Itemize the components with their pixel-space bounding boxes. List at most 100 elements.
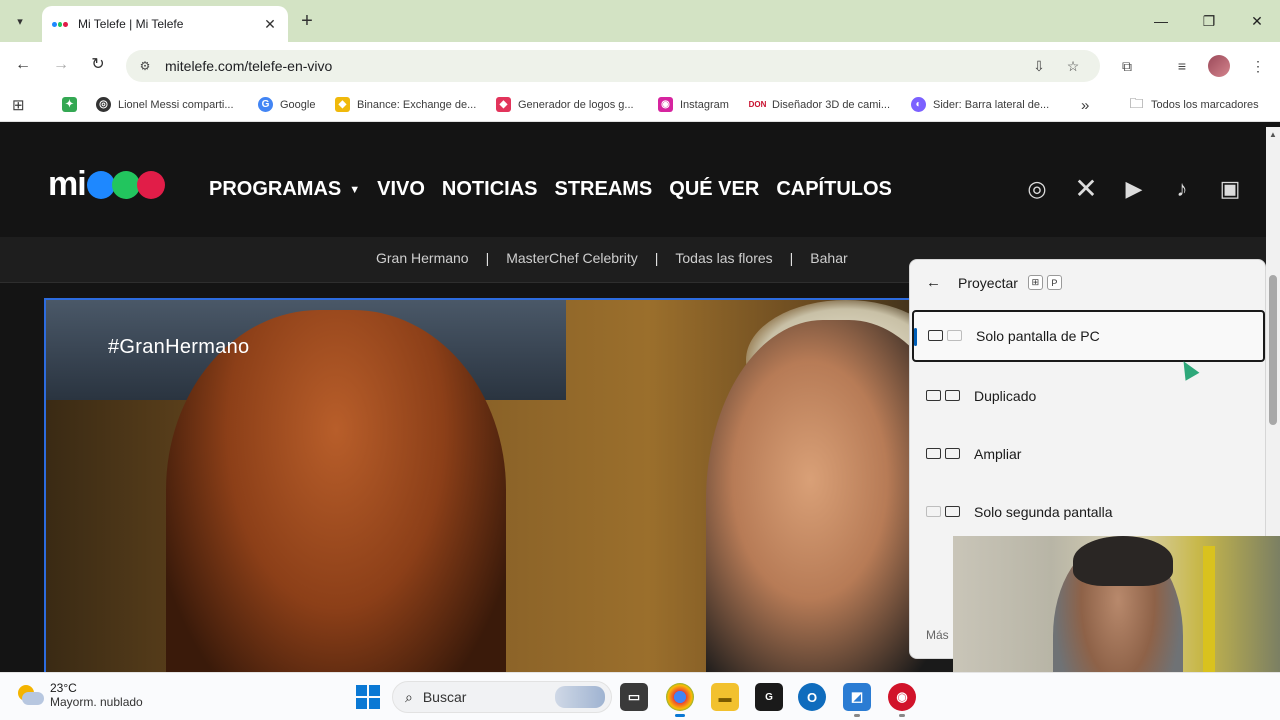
taskbar-search[interactable]: ⌕ Buscar [392, 681, 612, 713]
outlook-icon[interactable]: O [798, 683, 826, 711]
back-arrow-icon[interactable]: ← [926, 274, 944, 291]
subnav-separator: | [654, 250, 659, 266]
weather-condition: Mayorm. nublado [50, 695, 143, 709]
all-bookmarks-folder[interactable]: 🗀 Todos los marcadores [1129, 94, 1259, 112]
bookmark-1[interactable]: ◎ Lionel Messi comparti... [96, 97, 234, 112]
bookmark-label: Lionel Messi comparti... [118, 98, 234, 111]
photos-icon: ✦ [62, 97, 77, 112]
browser-tab[interactable]: Mi Telefe | Mi Telefe ✕ [42, 6, 288, 42]
install-app-icon[interactable]: ⇩ [1029, 57, 1049, 75]
menu-que-ver[interactable]: QUÉ VER [669, 178, 759, 201]
twitch-icon[interactable]: ▣ [1213, 172, 1247, 206]
web-icon: ◎ [96, 97, 111, 112]
x-icon[interactable]: ✕ [1069, 172, 1103, 206]
option-label: Duplicado [974, 388, 1037, 404]
menu-label: PROGRAMAS [209, 178, 342, 200]
more-options-link[interactable]: Más [926, 628, 949, 642]
bookmark-star-icon[interactable]: ☆ [1063, 57, 1083, 75]
logo-text: mi [48, 165, 87, 203]
logo-dot-red [136, 170, 165, 199]
bookmark-label: Sider: Barra lateral de... [933, 98, 1050, 111]
subnav-row: Gran Hermano | MasterChef Celebrity | To… [376, 250, 848, 266]
video-hashtag: #GranHermano [108, 336, 250, 358]
flyout-header: ← Proyectar ⊞ P [926, 274, 1066, 291]
menu-noticias[interactable]: NOTICIAS [442, 178, 538, 201]
minimize-button[interactable]: — [1146, 8, 1176, 34]
task-view-icon[interactable]: ▭ [620, 683, 648, 711]
scroll-up-icon[interactable]: ▲ [1269, 130, 1277, 139]
profile-avatar[interactable] [1208, 55, 1230, 77]
option-label: Solo segunda pantalla [974, 504, 1113, 520]
caret-down-icon: ▼ [349, 183, 361, 196]
back-button[interactable]: ← [11, 53, 35, 77]
bookmark-4[interactable]: ◆ Generador de logos g... [496, 97, 634, 112]
tiktok-icon[interactable]: ♪ [1165, 172, 1199, 206]
menu-streams[interactable]: STREAMS [554, 178, 652, 201]
start-button[interactable] [356, 685, 380, 709]
instagram-icon[interactable]: ◎ [1020, 172, 1054, 206]
subnav-separator: | [485, 250, 490, 266]
option-second-screen-only[interactable]: Solo segunda pantalla [912, 486, 1265, 538]
close-tab-icon[interactable]: ✕ [262, 16, 278, 33]
tab-title: Mi Telefe | Mi Telefe [78, 17, 184, 31]
capcut-icon[interactable]: G [755, 683, 783, 711]
option-duplicate[interactable]: Duplicado [912, 370, 1265, 422]
forward-button[interactable]: → [49, 53, 73, 77]
menu-programas[interactable]: PROGRAMAS ▼ [209, 178, 360, 201]
sider-icon: ◐ [911, 97, 926, 112]
subnav-separator: | [789, 250, 794, 266]
address-bar[interactable]: ⚙ mitelefe.com/telefe-en-vivo ⇩ ☆ [126, 50, 1100, 82]
subnav-todas-las-flores[interactable]: Todas las flores [675, 250, 772, 266]
menu-vivo[interactable]: VIVO [377, 178, 425, 201]
search-placeholder: Buscar [422, 689, 467, 705]
reload-button[interactable]: ↻ [86, 53, 110, 77]
option-pc-screen-only[interactable]: Solo pantalla de PC [912, 310, 1265, 362]
option-extend[interactable]: Ampliar [912, 428, 1265, 480]
photo-app-icon[interactable]: ◩ [843, 683, 871, 717]
opera-app-icon[interactable]: ◉ [888, 683, 916, 717]
bookmark-5[interactable]: ◉ Instagram [658, 97, 729, 112]
extend-icon [926, 446, 962, 462]
bookmark-label: Generador de logos g... [518, 98, 634, 111]
scroll-thumb[interactable] [1269, 275, 1277, 425]
logo-dot-blue [86, 170, 115, 199]
shirt-designer-icon: DON [749, 97, 766, 112]
bookmark-6[interactable]: DON Diseñador 3D de cami... [749, 97, 890, 112]
bookmark-7[interactable]: ◐ Sider: Barra lateral de... [911, 97, 1049, 112]
bookmark-3[interactable]: ◆ Binance: Exchange de... [335, 97, 476, 112]
second-screen-only-icon [926, 504, 962, 520]
file-explorer-icon[interactable]: ▬ [711, 683, 739, 711]
pc-screen-only-icon [928, 328, 964, 344]
subnav-gran-hermano[interactable]: Gran Hermano [376, 250, 469, 266]
site-logo[interactable]: mi [48, 165, 165, 204]
weather-temperature: 23°C [50, 681, 77, 695]
new-tab-button[interactable]: + [296, 10, 318, 32]
apps-grid-icon[interactable]: ⊞ [12, 96, 25, 114]
binance-icon: ◆ [335, 97, 350, 112]
weather-widget[interactable]: 23°C Mayorm. nublado [16, 681, 143, 709]
logo-generator-icon: ◆ [496, 97, 511, 112]
bookmark-2[interactable]: G Google [258, 97, 315, 112]
bookmarks-bar: ⊞ ✦ ◎ Lionel Messi comparti... G Google … [0, 88, 1280, 122]
subnav-bahar[interactable]: Bahar [810, 250, 847, 266]
google-icon: G [258, 97, 273, 112]
video-person-left [166, 310, 506, 672]
more-menu-icon[interactable]: ⋮ [1247, 55, 1269, 77]
duplicate-icon [926, 388, 962, 404]
search-icon: ⌕ [405, 688, 413, 705]
folder-icon: 🗀 [1129, 94, 1144, 111]
subnav-masterchef[interactable]: MasterChef Celebrity [506, 250, 638, 266]
tab-search-icon[interactable]: ▾ [8, 9, 32, 33]
media-control-icon[interactable]: ≡ [1171, 55, 1193, 77]
restore-button[interactable]: ❐ [1194, 8, 1224, 34]
bookmark-label: Instagram [680, 98, 729, 111]
close-window-button[interactable]: ✕ [1242, 8, 1272, 34]
bookmark-0[interactable]: ✦ [62, 97, 84, 112]
menu-capitulos[interactable]: CAPÍTULOS [776, 178, 892, 201]
bookmarks-overflow-button[interactable]: » [1081, 97, 1089, 114]
extensions-icon[interactable]: ⧉ [1116, 55, 1138, 77]
url-text[interactable]: mitelefe.com/telefe-en-vivo [165, 58, 332, 74]
site-info-icon[interactable]: ⚙ [136, 57, 154, 75]
chrome-app-icon[interactable] [666, 683, 694, 717]
youtube-icon[interactable]: ▶ [1117, 172, 1151, 206]
